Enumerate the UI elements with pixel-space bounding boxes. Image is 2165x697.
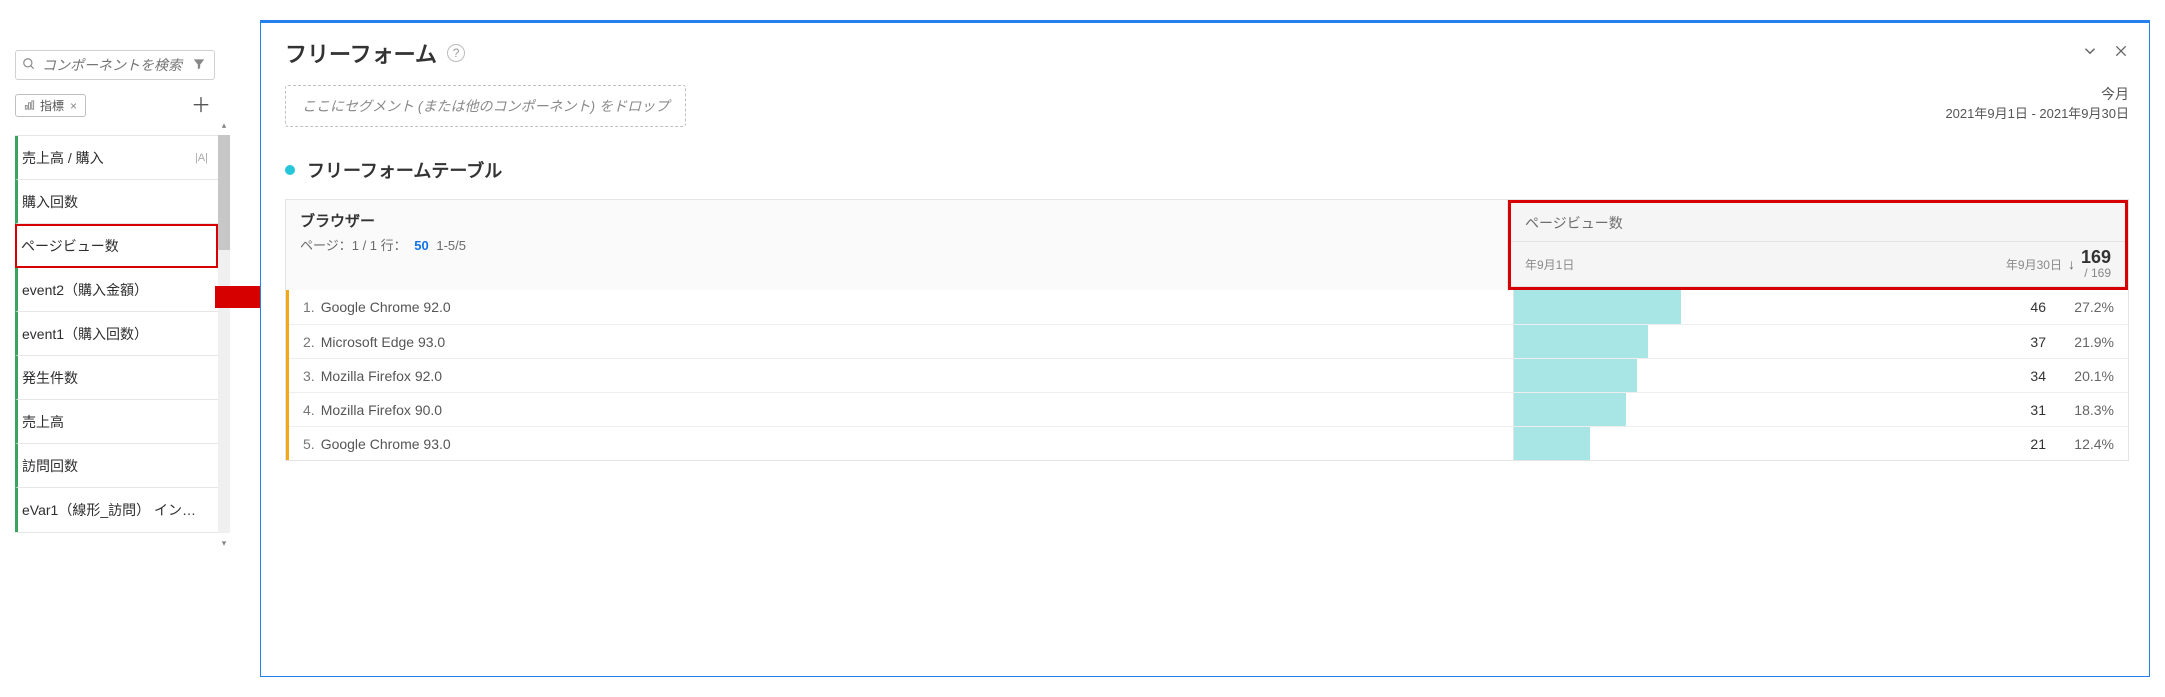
rows-per-page[interactable]: 50 <box>414 238 428 253</box>
row-value: 34 <box>1514 368 2046 384</box>
metric-list-container: 売上高 / 購入 |A| 購入回数ページビュー数 event2（購入金額） event1… <box>15 135 230 533</box>
list-item[interactable]: event1（購入回数） <box>15 312 218 356</box>
row-index: 4. <box>303 402 315 418</box>
row-dimension: 5. Google Chrome 93.0 <box>289 427 1513 460</box>
item-label: event1（購入回数） <box>22 324 148 344</box>
adobe-icon: |A| <box>195 152 208 164</box>
table-title-row: フリーフォームテーブル <box>261 127 2149 193</box>
row-value-cell: 37 21.9% <box>1513 325 2128 358</box>
help-icon[interactable]: ? <box>447 44 465 62</box>
search-input[interactable] <box>40 56 188 74</box>
row-percent: 20.1% <box>2054 368 2114 384</box>
freeform-panel: フリーフォーム ? ここにセグメント (または他のコンポーネント) をドロップ … <box>260 20 2150 677</box>
list-item[interactable]: ページビュー数 <box>15 224 218 268</box>
row-label: Mozilla Firefox 92.0 <box>321 368 442 384</box>
list-item[interactable]: event2（購入金額） <box>15 268 218 312</box>
search-icon <box>22 57 36 74</box>
scrollbar-thumb[interactable] <box>218 135 230 250</box>
search-input-wrap[interactable] <box>15 50 215 80</box>
scrollbar[interactable]: ▴ ▾ <box>218 135 230 533</box>
metric-tag[interactable]: 指標 × <box>15 94 86 117</box>
close-icon[interactable] <box>2113 43 2129 64</box>
metric-tag-label: 指標 <box>40 97 64 114</box>
row-value-cell: 21 12.4% <box>1513 427 2128 460</box>
row-percent: 18.3% <box>2054 402 2114 418</box>
item-label: 売上高 / 購入 <box>22 148 104 168</box>
item-label: ページビュー数 <box>21 236 119 256</box>
row-index: 1. <box>303 299 315 315</box>
scroll-down-icon[interactable]: ▾ <box>218 537 230 549</box>
close-icon[interactable]: × <box>70 99 77 113</box>
list-item[interactable]: eVar1（線形_訪問） イン… <box>15 488 218 532</box>
row-label: Google Chrome 93.0 <box>321 436 451 452</box>
item-label: 訪問回数 <box>22 456 78 476</box>
metric-label: ページビュー数 <box>1511 203 2125 242</box>
list-item[interactable]: 訪問回数 <box>15 444 218 488</box>
table-header: ブラウザー ページ：1 / 1 行： 50 1-5/5 ページビュー数 年9月1… <box>286 200 2128 290</box>
component-sidebar: 指標 × ＋ 売上高 / 購入 |A| 購入回数ページビュー数 event2（購入金額… <box>15 50 235 533</box>
panel-title: フリーフォーム <box>285 37 437 69</box>
row-percent: 12.4% <box>2054 436 2114 452</box>
bullet-icon <box>285 165 295 175</box>
dimension-name: ブラウザー <box>300 210 1493 231</box>
table-title: フリーフォームテーブル <box>307 157 502 183</box>
date-text: 2021年9月1日 - 2021年9月30日 <box>1945 105 2129 123</box>
table-row[interactable]: 5. Google Chrome 93.0 21 12.4% <box>289 426 2128 460</box>
range-start: 年9月1日 <box>1525 256 1574 273</box>
table-row[interactable]: 4. Mozilla Firefox 90.0 31 18.3% <box>289 392 2128 426</box>
row-percent: 27.2% <box>2054 299 2114 315</box>
row-label: Microsoft Edge 93.0 <box>321 334 446 350</box>
item-label: event2（購入金額） <box>22 280 148 300</box>
list-item[interactable]: 売上高 <box>15 400 218 444</box>
date-month: 今月 <box>1945 85 2129 105</box>
tag-row: 指標 × ＋ <box>15 94 215 117</box>
row-value: 31 <box>1514 402 2046 418</box>
table-row[interactable]: 1. Google Chrome 92.0 46 27.2% <box>289 290 2128 324</box>
row-percent: 21.9% <box>2054 334 2114 350</box>
row-label: Google Chrome 92.0 <box>321 299 451 315</box>
panel-header: フリーフォーム ? <box>261 23 2149 81</box>
row-value: 37 <box>1514 334 2046 350</box>
list-item[interactable]: 発生件数 <box>15 356 218 400</box>
row-value: 46 <box>1514 299 2046 315</box>
row-dimension: 3. Mozilla Firefox 92.0 <box>289 359 1513 392</box>
pagination: ページ：1 / 1 行： 50 1-5/5 <box>300 235 1493 254</box>
table-row[interactable]: 2. Microsoft Edge 93.0 37 21.9% <box>289 324 2128 358</box>
table-body: 1. Google Chrome 92.0 46 27.2% 2. Microsoft E… <box>286 290 2128 460</box>
item-label: 購入回数 <box>22 192 78 212</box>
sort-desc-icon[interactable]: ↓ <box>2068 256 2075 272</box>
scroll-up-icon[interactable]: ▴ <box>218 119 230 131</box>
row-index: 2. <box>303 334 315 350</box>
item-label: 売上高 <box>22 412 64 432</box>
item-label: eVar1（線形_訪問） イン… <box>22 500 196 520</box>
row-label: Mozilla Firefox 90.0 <box>321 402 442 418</box>
metric-header[interactable]: ページビュー数 年9月1日 年9月30日 ↓ 169 / 169 <box>1508 200 2128 290</box>
row-value-cell: 46 27.2% <box>1513 290 2128 324</box>
metric-total-sub: / 169 <box>2084 266 2111 280</box>
date-range[interactable]: 今月 2021年9月1日 - 2021年9月30日 <box>1945 85 2129 123</box>
range-end: 年9月30日 <box>2006 256 2062 273</box>
list-item[interactable]: 売上高 / 購入 |A| <box>15 136 218 180</box>
row-dimension: 2. Microsoft Edge 93.0 <box>289 325 1513 358</box>
dimension-header[interactable]: ブラウザー ページ：1 / 1 行： 50 1-5/5 <box>286 200 1508 290</box>
table-row[interactable]: 3. Mozilla Firefox 92.0 34 20.1% <box>289 358 2128 392</box>
segment-drop-zone[interactable]: ここにセグメント (または他のコンポーネント) をドロップ <box>285 85 686 127</box>
item-label: 発生件数 <box>22 368 78 388</box>
row-dimension: 4. Mozilla Firefox 90.0 <box>289 393 1513 426</box>
add-button[interactable]: ＋ <box>187 96 215 116</box>
row-value-cell: 31 18.3% <box>1513 393 2128 426</box>
list-item[interactable]: 購入回数 <box>15 180 218 224</box>
metric-total: 169 <box>2081 248 2111 266</box>
metric-summary: 年9月1日 年9月30日 ↓ 169 / 169 <box>1511 242 2125 287</box>
collapse-icon[interactable] <box>2081 42 2099 65</box>
row-value: 21 <box>1514 436 2046 452</box>
metric-list: 売上高 / 購入 |A| 購入回数ページビュー数 event2（購入金額） event1… <box>15 135 218 533</box>
filter-icon[interactable] <box>188 57 210 74</box>
row-value-cell: 34 20.1% <box>1513 359 2128 392</box>
row-index: 3. <box>303 368 315 384</box>
freeform-table: ブラウザー ページ：1 / 1 行： 50 1-5/5 ページビュー数 年9月1… <box>285 199 2129 461</box>
segment-row: ここにセグメント (または他のコンポーネント) をドロップ 今月 2021年9月… <box>261 81 2149 127</box>
row-dimension: 1. Google Chrome 92.0 <box>289 290 1513 324</box>
row-index: 5. <box>303 436 315 452</box>
